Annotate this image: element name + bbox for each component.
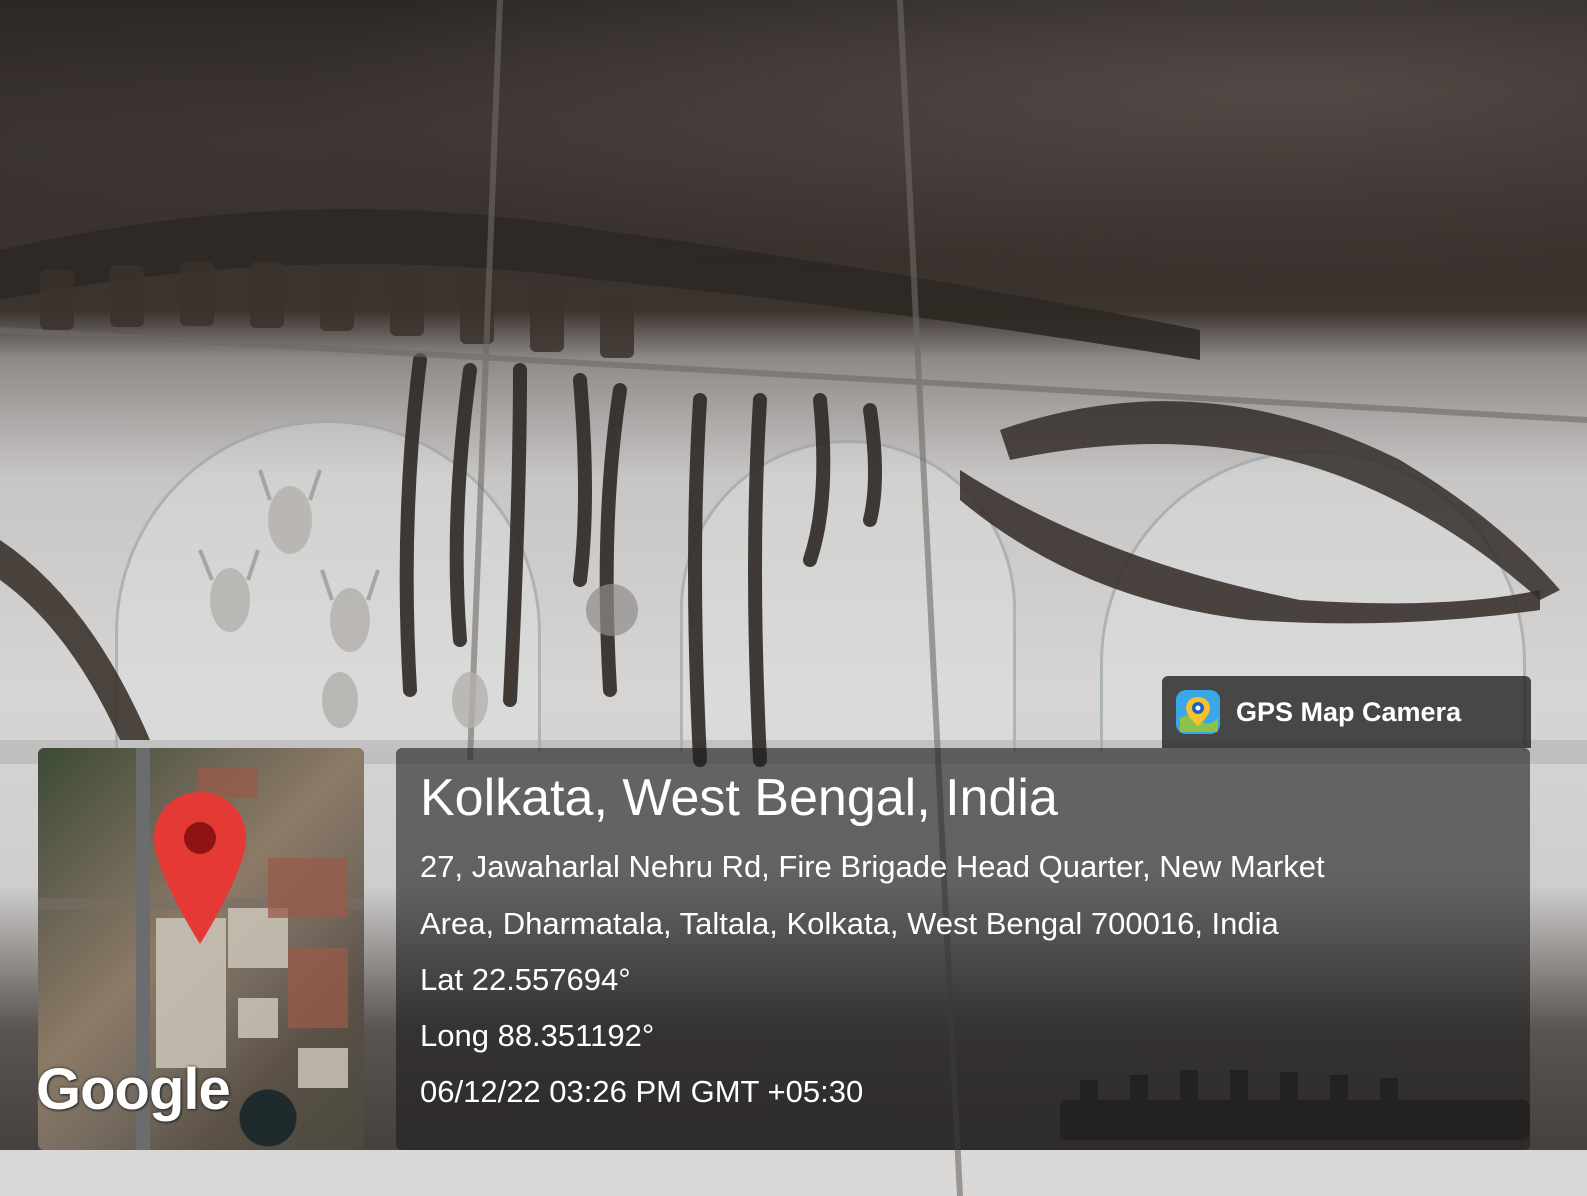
datetime-text: 06/12/22 03:26 PM GMT +05:30	[420, 1074, 864, 1109]
map-thumbnail: Google	[38, 748, 364, 1150]
gps-map-camera-label: GPS Map Camera	[1236, 696, 1462, 727]
gps-map-camera-icon	[1176, 690, 1220, 734]
longitude-text: Long 88.351192°	[420, 1018, 655, 1053]
address-line-2: Area, Dharmatala, Taltala, Kolkata, West…	[420, 906, 1279, 941]
gps-map-camera-badge: GPS Map Camera	[1162, 676, 1531, 748]
map-pin-icon	[154, 792, 246, 944]
google-logo: Google	[38, 1057, 231, 1122]
location-info-panel: Kolkata, West Bengal, India 27, Jawaharl…	[396, 748, 1530, 1150]
latitude-text: Lat 22.557694°	[420, 962, 631, 997]
address-line-1: 27, Jawaharlal Nehru Rd, Fire Brigade He…	[420, 849, 1325, 884]
location-title: Kolkata, West Bengal, India	[420, 769, 1058, 827]
